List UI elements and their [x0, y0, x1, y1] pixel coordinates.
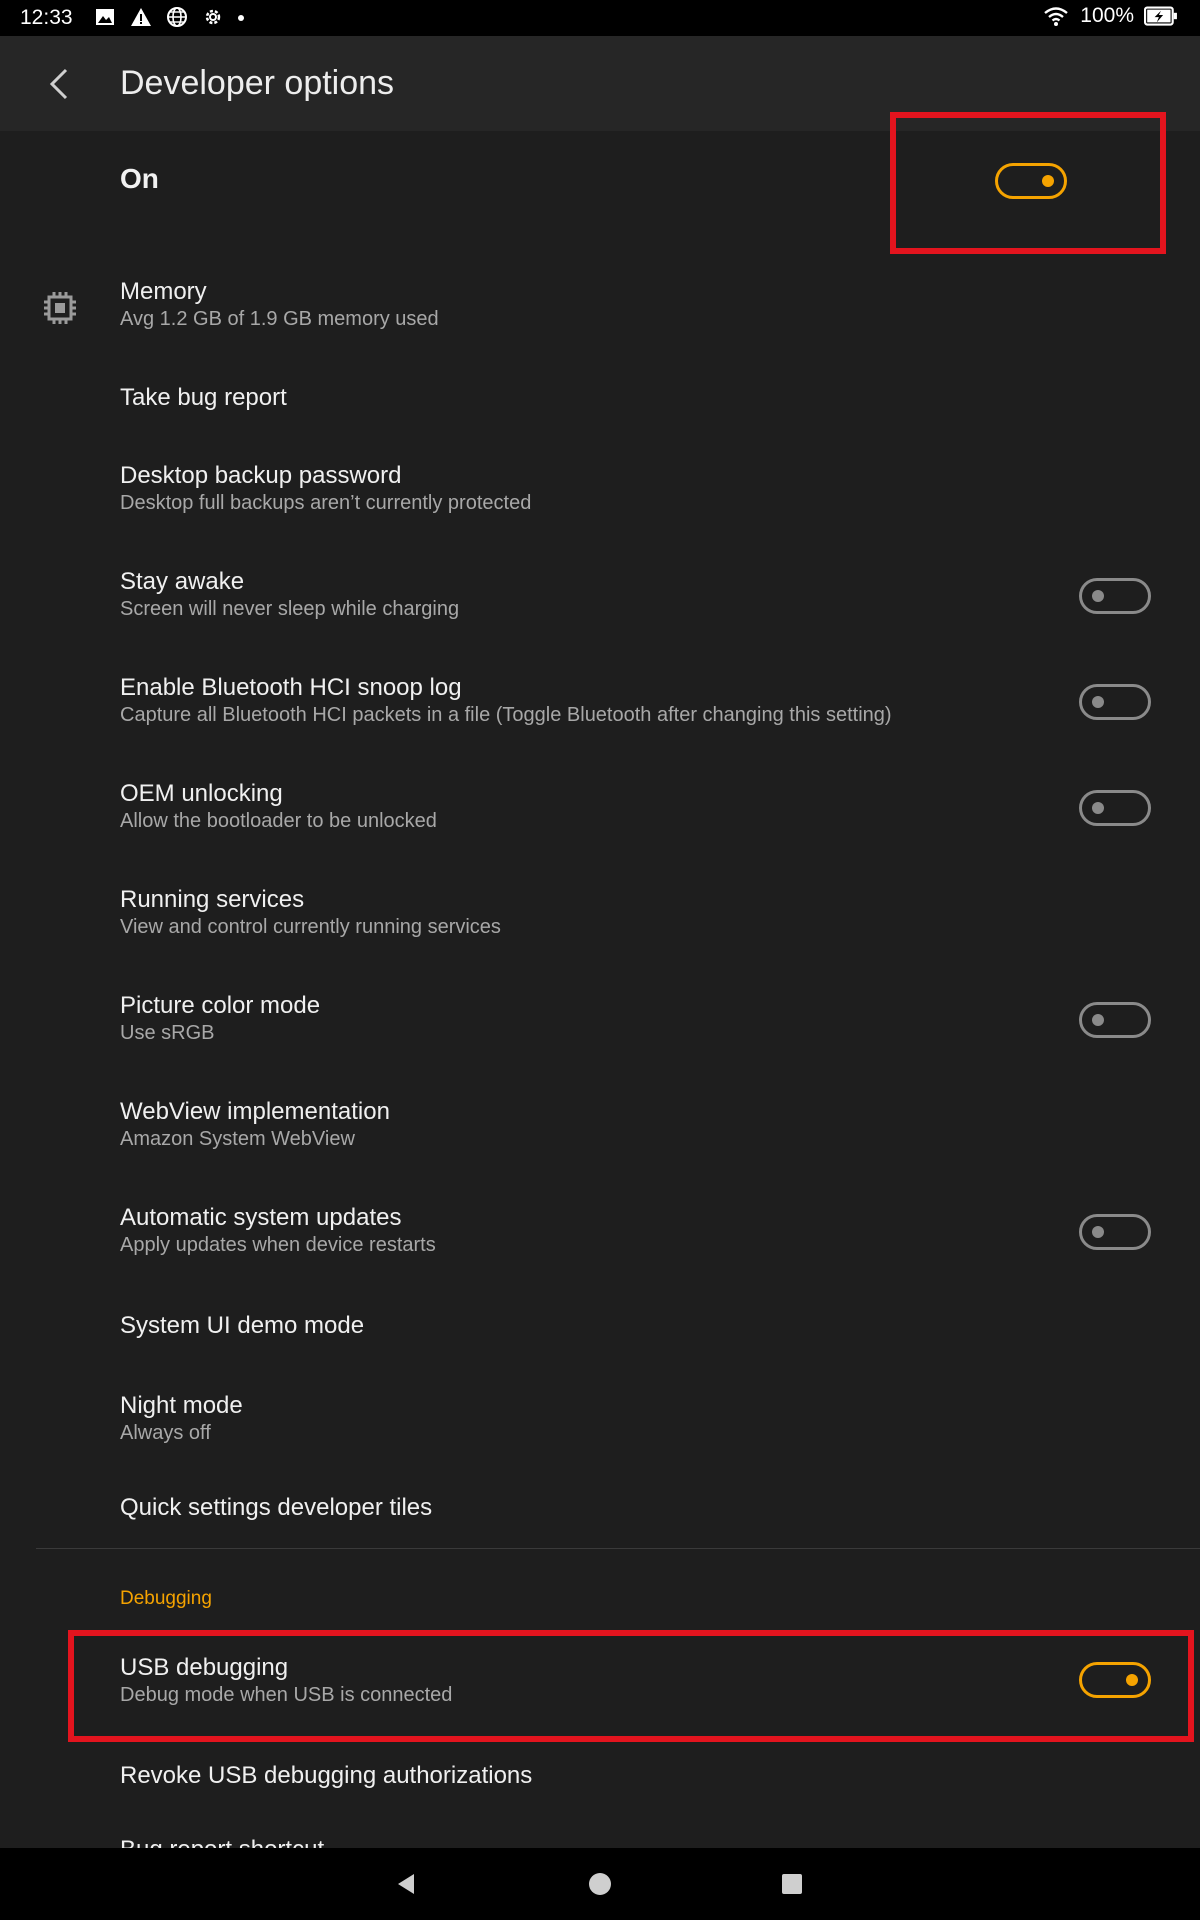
row-subtitle: Screen will never sleep while charging [120, 598, 460, 620]
row-title: Quick settings developer tiles [120, 1494, 433, 1521]
row-title: Take bug report [120, 384, 287, 411]
row-quick-settings-tiles[interactable]: Quick settings developer tiles [0, 1478, 1200, 1538]
row-title: Automatic system updates [120, 1204, 402, 1231]
battery-charging-icon [1144, 6, 1177, 26]
status-time: 12:33 [20, 6, 73, 29]
bluetooth-hci-toggle[interactable] [1079, 684, 1151, 720]
navigation-bar [0, 1848, 1200, 1920]
warning-icon [131, 8, 151, 26]
toggle-knob [1092, 1014, 1104, 1026]
master-switch-label: On [120, 163, 159, 194]
row-subtitle: Desktop full backups aren’t currently pr… [120, 492, 532, 514]
toggle-knob [1092, 696, 1104, 708]
wifi-icon [1044, 7, 1069, 26]
nav-home-icon[interactable] [589, 1873, 611, 1895]
row-subtitle: Avg 1.2 GB of 1.9 GB memory used [120, 308, 439, 330]
picture-color-mode-toggle[interactable] [1079, 1002, 1151, 1038]
row-title: Desktop backup password [120, 462, 402, 489]
row-stay-awake[interactable]: Stay awake Screen will never sleep while… [0, 558, 1200, 644]
row-oem-unlocking[interactable]: OEM unlocking Allow the bootloader to be… [0, 770, 1200, 856]
row-webview-implementation[interactable]: WebView implementation Amazon System Web… [0, 1088, 1200, 1174]
automatic-updates-toggle[interactable] [1079, 1214, 1151, 1250]
row-title: Night mode [120, 1392, 243, 1419]
section-header-debugging: Debugging [120, 1588, 212, 1609]
back-chevron-icon[interactable] [40, 64, 80, 104]
row-subtitle: Use sRGB [120, 1022, 215, 1044]
highlight-box-usb-debugging [68, 1630, 1194, 1742]
toggle-knob [1092, 802, 1104, 814]
oem-unlocking-toggle[interactable] [1079, 790, 1151, 826]
row-desktop-backup-password[interactable]: Desktop backup password Desktop full bac… [0, 452, 1200, 538]
row-picture-color-mode[interactable]: Picture color mode Use sRGB [0, 982, 1200, 1068]
row-subtitle: Apply updates when device restarts [120, 1234, 436, 1256]
row-title: Picture color mode [120, 992, 321, 1019]
row-title: Memory [120, 278, 207, 305]
row-title: Enable Bluetooth HCI snoop log [120, 674, 462, 701]
row-system-ui-demo-mode[interactable]: System UI demo mode [0, 1300, 1200, 1360]
row-memory[interactable]: Memory Avg 1.2 GB of 1.9 GB memory used [0, 270, 1200, 356]
row-subtitle: Amazon System WebView [120, 1128, 355, 1150]
nav-recents-icon[interactable] [782, 1874, 802, 1894]
row-partial-offscreen: Bug report shortcut [0, 1836, 1200, 1848]
row-revoke-usb-authorizations[interactable]: Revoke USB debugging authorizations [0, 1754, 1200, 1814]
row-subtitle: Allow the bootloader to be unlocked [120, 810, 437, 832]
row-subtitle: View and control currently running servi… [120, 916, 501, 938]
row-title: Bug report shortcut [120, 1836, 324, 1848]
nav-back-icon[interactable] [394, 1872, 418, 1896]
row-title: WebView implementation [120, 1098, 390, 1125]
memory-chip-icon [44, 292, 76, 324]
globe-icon [167, 7, 187, 27]
section-divider [36, 1548, 1200, 1549]
page-title: Developer options [120, 64, 395, 102]
row-subtitle: Capture all Bluetooth HCI packets in a f… [120, 704, 892, 726]
image-icon [96, 9, 114, 25]
row-take-bug-report[interactable]: Take bug report [0, 368, 1200, 428]
toggle-knob [1092, 1226, 1104, 1238]
row-automatic-system-updates[interactable]: Automatic system updates Apply updates w… [0, 1194, 1200, 1280]
toggle-knob [1092, 590, 1104, 602]
row-bluetooth-hci-snoop-log[interactable]: Enable Bluetooth HCI snoop log Capture a… [0, 664, 1200, 750]
battery-percent: 100% [1080, 4, 1134, 27]
row-title: System UI demo mode [120, 1312, 365, 1339]
row-night-mode[interactable]: Night mode Always off [0, 1384, 1200, 1470]
row-title: OEM unlocking [120, 780, 283, 807]
row-title: Stay awake [120, 568, 245, 595]
row-title: Revoke USB debugging authorizations [120, 1762, 533, 1789]
status-bar: 12:33 100% [0, 0, 1200, 36]
dot-icon [238, 15, 244, 21]
gear-icon [205, 9, 221, 25]
row-subtitle: Always off [120, 1422, 211, 1444]
row-title: Running services [120, 886, 305, 913]
highlight-box-master [890, 112, 1166, 254]
stay-awake-toggle[interactable] [1079, 578, 1151, 614]
row-running-services[interactable]: Running services View and control curren… [0, 876, 1200, 962]
